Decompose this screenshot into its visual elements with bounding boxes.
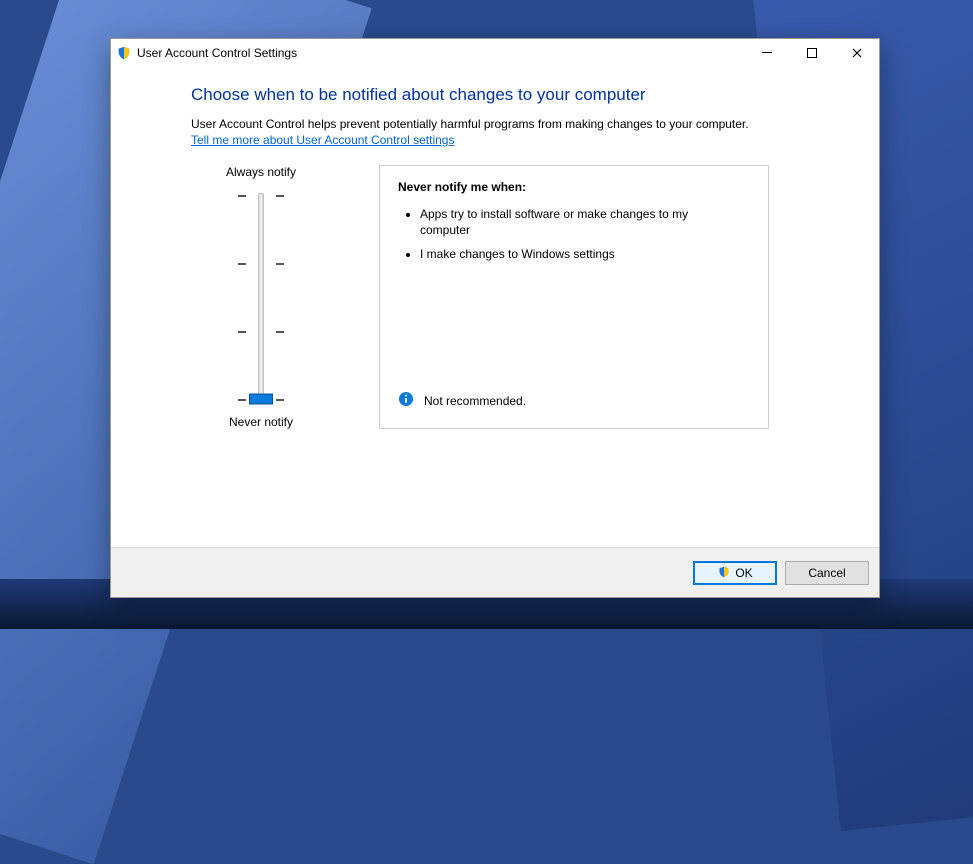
slider-tick [276,195,284,197]
notification-slider: Always notify Never notify [191,165,331,429]
ok-button[interactable]: OK [693,561,777,585]
maximize-icon [807,48,817,58]
content-area: Choose when to be notified about changes… [111,67,879,547]
close-button[interactable] [834,39,879,67]
slider-track[interactable] [232,189,290,405]
slider-thumb[interactable] [249,394,273,405]
uac-settings-window: User Account Control Settings Choose whe… [110,38,880,598]
slider-tick [276,263,284,265]
slider-tick [238,331,246,333]
window-controls [744,39,879,67]
slider-rail [258,193,264,401]
shield-icon [117,46,131,60]
cancel-button-label: Cancel [808,566,845,580]
slider-tick [238,263,246,265]
info-status: Not recommended. [398,391,526,410]
info-bullet: Apps try to install software or make cha… [420,206,750,238]
help-link[interactable]: Tell me more about User Account Control … [191,133,454,147]
info-status-text: Not recommended. [424,394,526,408]
page-heading: Choose when to be notified about changes… [191,85,809,105]
page-description: User Account Control helps prevent poten… [191,117,809,131]
close-icon [852,48,862,58]
minimize-icon [762,48,772,58]
window-title: User Account Control Settings [137,46,297,60]
info-panel: Never notify me when: Apps try to instal… [379,165,769,429]
slider-tick [238,399,246,401]
info-bullet: I make changes to Windows settings [420,246,750,262]
info-icon [398,391,414,410]
info-heading: Never notify me when: [398,180,750,194]
slider-top-label: Always notify [226,165,296,179]
slider-tick [238,195,246,197]
maximize-button[interactable] [789,39,834,67]
shield-icon [717,566,731,580]
slider-bottom-label: Never notify [229,415,293,429]
titlebar[interactable]: User Account Control Settings [111,39,879,67]
cancel-button[interactable]: Cancel [785,561,869,585]
slider-tick [276,399,284,401]
info-bullet-list: Apps try to install software or make cha… [398,206,750,263]
slider-tick [276,331,284,333]
minimize-button[interactable] [744,39,789,67]
ok-button-label: OK [735,566,752,580]
dialog-footer: OK Cancel [111,547,879,597]
